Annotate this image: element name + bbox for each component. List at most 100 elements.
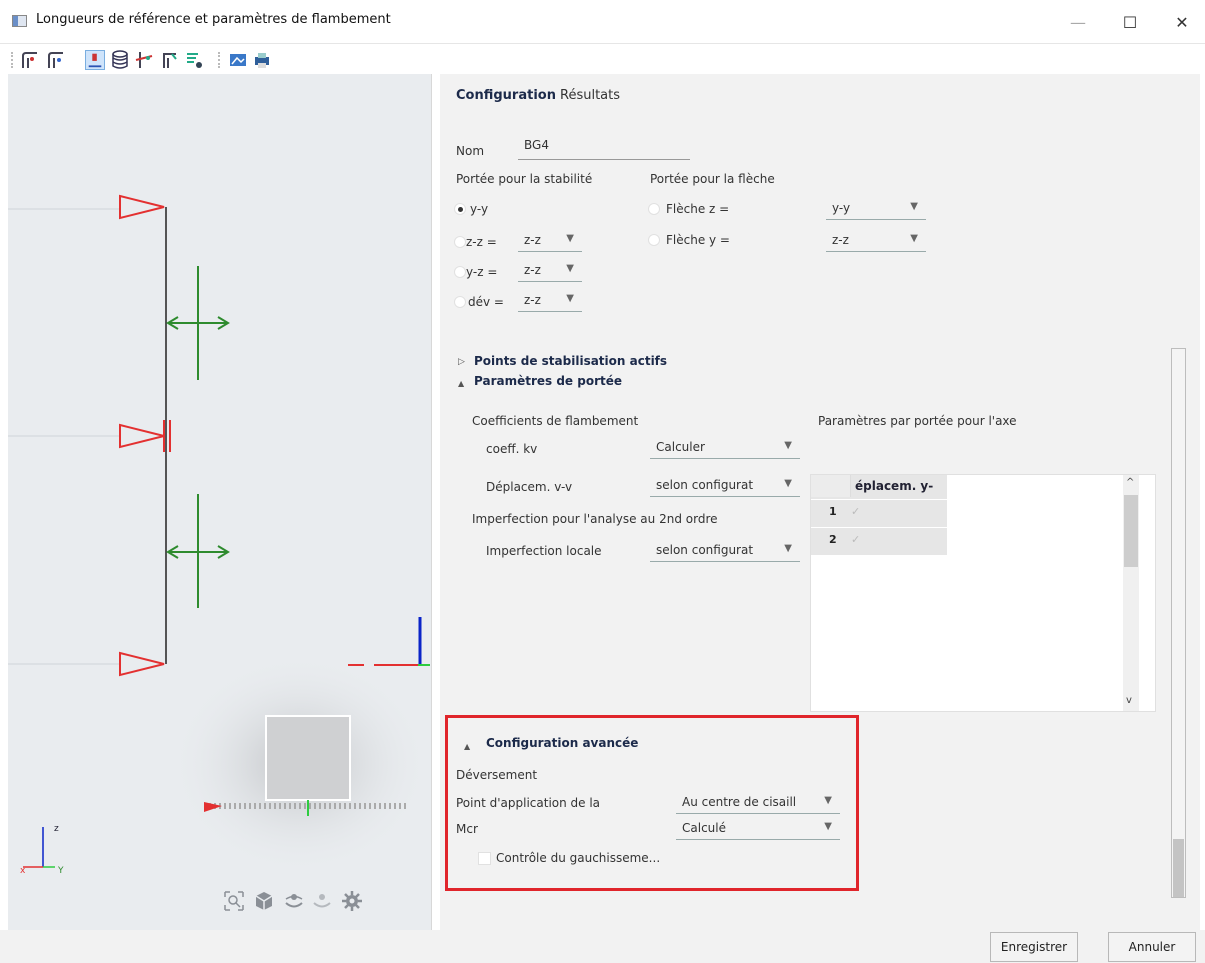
cancel-button[interactable]: Annuler — [1108, 932, 1196, 962]
coefficients-heading: Coefficients de flambement — [472, 414, 639, 428]
beam-config-icon[interactable] — [160, 50, 180, 70]
yz-select-value: z-z — [524, 263, 541, 277]
zz-select-value: z-z — [524, 233, 541, 247]
deplacement-select-value: selon configurat — [656, 478, 754, 492]
fleche-heading: Portée pour la flèche — [650, 172, 775, 186]
span-parameters-table[interactable]: éplacem. y- 1 ✓ 2 ✓ ^ v — [810, 474, 1156, 712]
table-row[interactable]: 2 ✓ — [811, 527, 947, 553]
fleche-z-select[interactable]: y-y ▼ — [826, 198, 926, 220]
radio-zz[interactable] — [454, 236, 466, 248]
radio-dev-label: dév = — [468, 295, 504, 309]
close-button[interactable]: ✕ — [1159, 8, 1205, 38]
radio-yz-label: y-z = — [466, 265, 498, 279]
image-export-icon[interactable] — [228, 50, 248, 70]
points-stabilisation-header[interactable]: Points de stabilisation actifs — [474, 354, 667, 368]
advanced-config-header[interactable]: Configuration avancée — [486, 736, 638, 750]
support-middle — [119, 420, 171, 452]
list-filter-icon[interactable] — [184, 50, 204, 70]
panel-scroll-thumb[interactable] — [1173, 839, 1184, 897]
chevron-down-icon: ▼ — [566, 263, 574, 274]
global-axes — [23, 827, 55, 868]
member-drawing — [8, 194, 430, 874]
support-top — [119, 194, 165, 220]
dev-select[interactable]: z-z ▼ — [518, 290, 582, 312]
axis-label-x: x — [20, 866, 26, 876]
zoom-icon[interactable] — [223, 890, 245, 912]
save-button[interactable]: Enregistrer — [990, 932, 1078, 962]
maximize-button[interactable]: ☐ — [1107, 8, 1153, 38]
kv-select[interactable]: Calculer ▼ — [650, 437, 800, 459]
chevron-down-icon: ▼ — [784, 440, 792, 451]
radio-yz[interactable] — [454, 266, 466, 278]
table-column-header: éplacem. y- — [855, 479, 934, 493]
collapse-arrow-icon[interactable]: ▲ — [458, 379, 464, 388]
tab-configuration[interactable]: Configuration — [456, 88, 556, 103]
orbit-icon[interactable] — [283, 890, 305, 912]
chevron-down-icon: ▼ — [824, 821, 832, 832]
row-number: 2 — [829, 533, 837, 546]
fleche-y-select-value: z-z — [832, 233, 849, 247]
axis-label-z: z — [54, 824, 59, 834]
chevron-down-icon: ▼ — [784, 543, 792, 554]
panel-scrollbar[interactable] — [1171, 348, 1186, 898]
nom-label: Nom — [456, 144, 485, 158]
checkbox-checked-icon[interactable]: ✓ — [851, 533, 860, 546]
properties-panel: Configuration Résultats Nom BG4 Portée p… — [440, 74, 1200, 930]
mcr-select-value: Calculé — [682, 821, 726, 835]
chevron-down-icon: ▼ — [566, 293, 574, 304]
nom-input[interactable]: BG4 — [518, 138, 690, 160]
checkbox-checked-icon[interactable]: ✓ — [851, 505, 860, 518]
axis-label-y: Y — [58, 866, 64, 876]
deplacement-label: Déplacem. v-v — [486, 480, 573, 494]
fleche-z-select-value: y-y — [832, 201, 851, 215]
collapse-arrow-icon[interactable]: ▲ — [464, 742, 470, 751]
expand-arrow-icon[interactable]: ▷ — [458, 357, 465, 367]
buckling-length-icon-1[interactable] — [20, 50, 40, 70]
buckling-length-icon-2[interactable] — [46, 50, 66, 70]
minimize-button[interactable]: — — [1055, 8, 1101, 38]
imperfection-select[interactable]: selon configurat ▼ — [650, 540, 800, 562]
mcr-select[interactable]: Calculé ▼ — [676, 818, 840, 840]
scroll-up-icon[interactable]: ^ — [1126, 477, 1134, 488]
structure-3d-view[interactable]: z x Y — [8, 74, 432, 930]
window-title: Longueurs de référence et paramètres de … — [36, 12, 391, 27]
table-row[interactable]: 1 ✓ — [811, 499, 947, 525]
database-icon[interactable] — [110, 50, 130, 70]
restraint-lower — [166, 494, 230, 608]
advanced-config-highlight: ▲ Configuration avancée Déversement Poin… — [445, 715, 859, 891]
radio-dev[interactable] — [454, 296, 466, 308]
yz-select[interactable]: z-z ▼ — [518, 260, 582, 282]
print-icon[interactable] — [252, 50, 272, 70]
chevron-down-icon: ▼ — [566, 233, 574, 244]
view-cube-icon[interactable] — [253, 890, 275, 912]
radio-yy[interactable] — [454, 203, 466, 215]
radio-fleche-z[interactable] — [648, 203, 660, 215]
gauchissement-label: Contrôle du gauchisseme... — [496, 851, 661, 865]
orbit-alt-icon[interactable] — [311, 890, 333, 912]
chevron-down-icon: ▼ — [910, 233, 918, 244]
imperfection-select-value: selon configurat — [656, 543, 754, 557]
imperfection-heading: Imperfection pour l'analyse au 2nd ordre — [472, 512, 718, 526]
node-support-icon[interactable] — [85, 50, 105, 70]
table-scrollbar[interactable]: ^ v — [1123, 475, 1139, 711]
zz-select[interactable]: z-z ▼ — [518, 230, 582, 252]
deplacement-select[interactable]: selon configurat ▼ — [650, 475, 800, 497]
view-cube — [265, 715, 351, 801]
fleche-y-select[interactable]: z-z ▼ — [826, 230, 926, 252]
point-application-select[interactable]: Au centre de cisaill ▼ — [676, 792, 840, 814]
toolbar-grip[interactable] — [11, 52, 14, 68]
tab-resultats[interactable]: Résultats — [560, 88, 620, 103]
parametres-portee-header[interactable]: Paramètres de portée — [474, 374, 622, 388]
gauchissement-checkbox[interactable] — [478, 852, 491, 865]
chevron-down-icon: ▼ — [784, 478, 792, 489]
radio-fleche-y-label: Flèche y = — [666, 233, 730, 247]
scroll-down-icon[interactable]: v — [1126, 695, 1132, 706]
member-split-icon[interactable] — [134, 50, 154, 70]
toolbar-grip[interactable] — [218, 52, 221, 68]
radio-fleche-y[interactable] — [648, 234, 660, 246]
stabilite-heading: Portée pour la stabilité — [456, 172, 593, 186]
title-bar: Longueurs de référence et paramètres de … — [0, 0, 1205, 44]
table-scroll-thumb[interactable] — [1124, 495, 1138, 567]
settings-gear-icon[interactable] — [341, 890, 363, 912]
toolbar — [0, 44, 1205, 74]
